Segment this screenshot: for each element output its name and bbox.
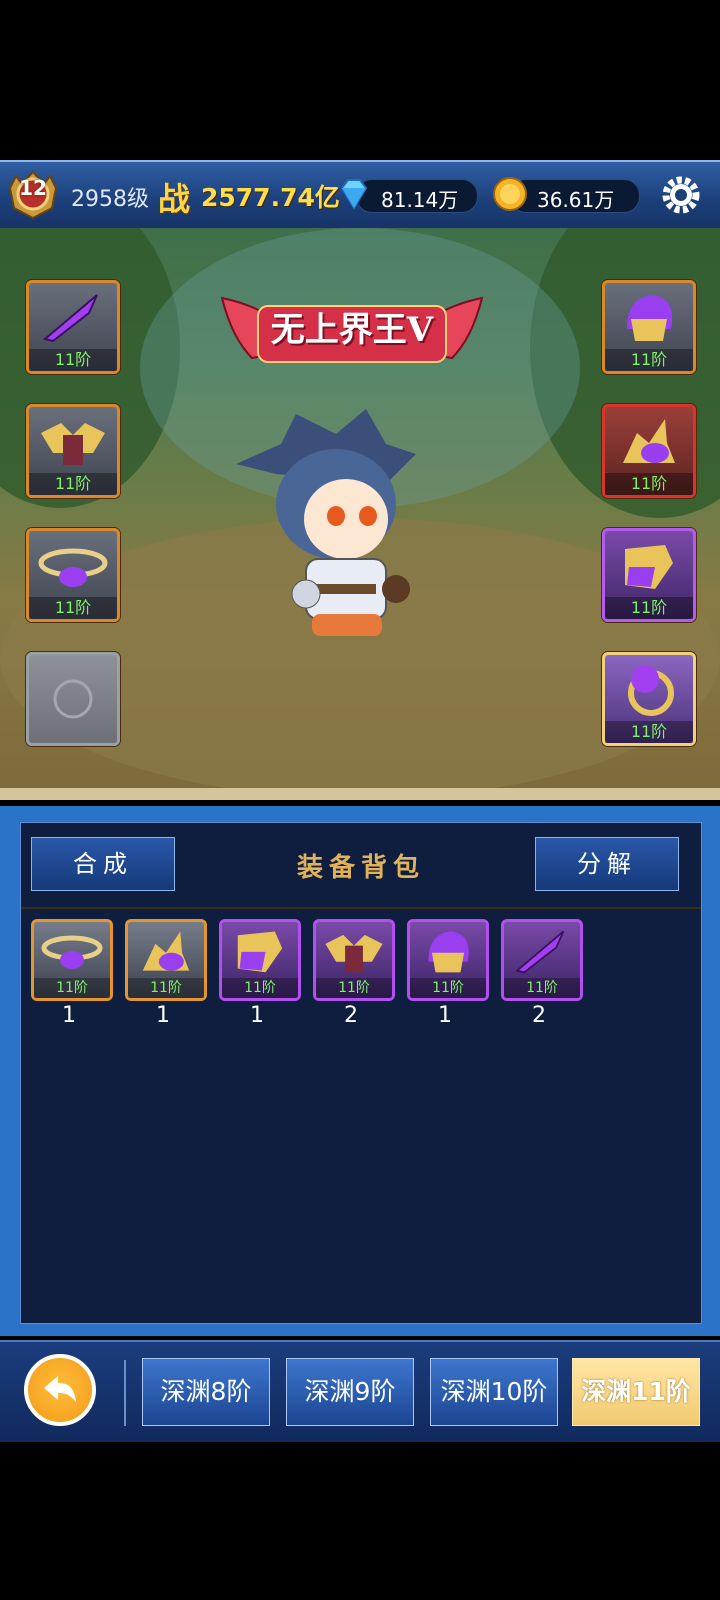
item-tier: 11阶 <box>410 978 486 998</box>
empty-slot-icon <box>53 679 93 719</box>
decompose-button[interactable]: 分解 <box>535 837 679 891</box>
bottom-nav: 深渊8阶 深渊9阶 深渊10阶 深渊11阶 <box>0 1340 720 1442</box>
bag-item-dagger[interactable]: 11阶 <box>501 919 583 1001</box>
slot-tier: 11阶 <box>605 721 693 743</box>
title-badge-text: 无上界王V <box>270 310 434 350</box>
bag-item-armor[interactable]: 11阶 <box>313 919 395 1001</box>
bag-item-boots[interactable]: 11阶 <box>219 919 301 1001</box>
boots-icon <box>625 545 673 589</box>
equip-slot-weapon[interactable]: 11阶 <box>26 280 120 374</box>
equip-slot-belt[interactable]: 11阶 <box>26 528 120 622</box>
ring-icon <box>628 665 674 716</box>
back-button[interactable] <box>24 1354 96 1426</box>
equipment-scene: 无上界王V 11阶 11阶 11阶 11阶 11阶 11阶 11阶 <box>0 228 720 800</box>
item-count: 2 <box>344 1003 358 1028</box>
top-status-bar: 12 2958级 战 2577.74亿 81.14万 36.61万 <box>0 160 720 230</box>
helmet-icon <box>428 931 469 973</box>
slot-tier: 11阶 <box>29 349 117 371</box>
bag-divider <box>21 907 701 909</box>
gear-icon[interactable] <box>660 174 702 216</box>
gauntlet-icon <box>623 419 675 463</box>
slot-tier: 11阶 <box>605 349 693 371</box>
item-count: 1 <box>62 1003 76 1028</box>
bag-item-helmet[interactable]: 11阶 <box>407 919 489 1001</box>
tab-abyss-9[interactable]: 深渊9阶 <box>286 1358 414 1426</box>
item-tier: 11阶 <box>34 978 110 998</box>
equip-slot-gauntlet[interactable]: 11阶 <box>602 404 696 498</box>
item-count: 2 <box>532 1003 546 1028</box>
gold-value: 36.61万 <box>537 188 615 212</box>
equip-slot-helmet[interactable]: 11阶 <box>602 280 696 374</box>
power-value: 2577.74亿 <box>201 183 340 212</box>
bag-frame: 合成 装备背包 分解 11阶 1 11阶 1 11阶 1 11阶 2 11阶 1… <box>0 806 720 1336</box>
equipment-bag-panel: 合成 装备背包 分解 11阶 1 11阶 1 11阶 1 11阶 2 11阶 1… <box>20 822 702 1324</box>
winged-armor-icon <box>41 423 105 465</box>
diamond-value: 81.14万 <box>381 188 459 212</box>
helmet-icon <box>627 295 673 341</box>
bag-item-belt[interactable]: 11阶 <box>31 919 113 1001</box>
power-label: 战 <box>158 180 191 218</box>
gold-counter[interactable]: 36.61万 <box>510 179 640 213</box>
nav-divider <box>124 1360 126 1426</box>
item-count: 1 <box>250 1003 264 1028</box>
slot-tier: 11阶 <box>29 597 117 619</box>
rank-number: 12 <box>19 176 47 200</box>
equip-slot-ring[interactable]: 11阶 <box>602 652 696 746</box>
belt-icon <box>41 935 103 969</box>
diamond-icon <box>340 179 368 210</box>
equip-slot-armor[interactable]: 11阶 <box>26 404 120 498</box>
item-tier: 11阶 <box>316 978 392 998</box>
item-tier: 11阶 <box>504 978 580 998</box>
slot-tier: 11阶 <box>605 473 693 495</box>
tab-abyss-11[interactable]: 深渊11阶 <box>572 1358 700 1426</box>
boots-icon <box>237 931 283 973</box>
equip-slot-boots[interactable]: 11阶 <box>602 528 696 622</box>
gold-coin-icon <box>493 177 527 211</box>
hero-character[interactable] <box>236 404 426 644</box>
equip-slot-empty[interactable] <box>26 652 120 746</box>
slot-tier: 11阶 <box>29 473 117 495</box>
dagger-icon <box>42 294 98 343</box>
player-level: 2958级 <box>71 187 149 212</box>
tab-abyss-8[interactable]: 深渊8阶 <box>142 1358 270 1426</box>
item-tier: 11阶 <box>222 978 298 998</box>
item-tier: 11阶 <box>128 978 204 998</box>
tab-abyss-10[interactable]: 深渊10阶 <box>430 1358 558 1426</box>
back-arrow-icon <box>44 1376 76 1402</box>
item-count: 1 <box>438 1003 452 1028</box>
item-count: 1 <box>156 1003 170 1028</box>
dagger-icon <box>515 930 565 974</box>
bag-item-gauntlet[interactable]: 11阶 <box>125 919 207 1001</box>
diamond-counter[interactable]: 81.14万 <box>356 179 478 213</box>
winged-armor-icon <box>325 934 383 973</box>
slot-tier: 11阶 <box>605 597 693 619</box>
gauntlet-icon <box>142 931 190 971</box>
belt-icon <box>38 548 108 587</box>
